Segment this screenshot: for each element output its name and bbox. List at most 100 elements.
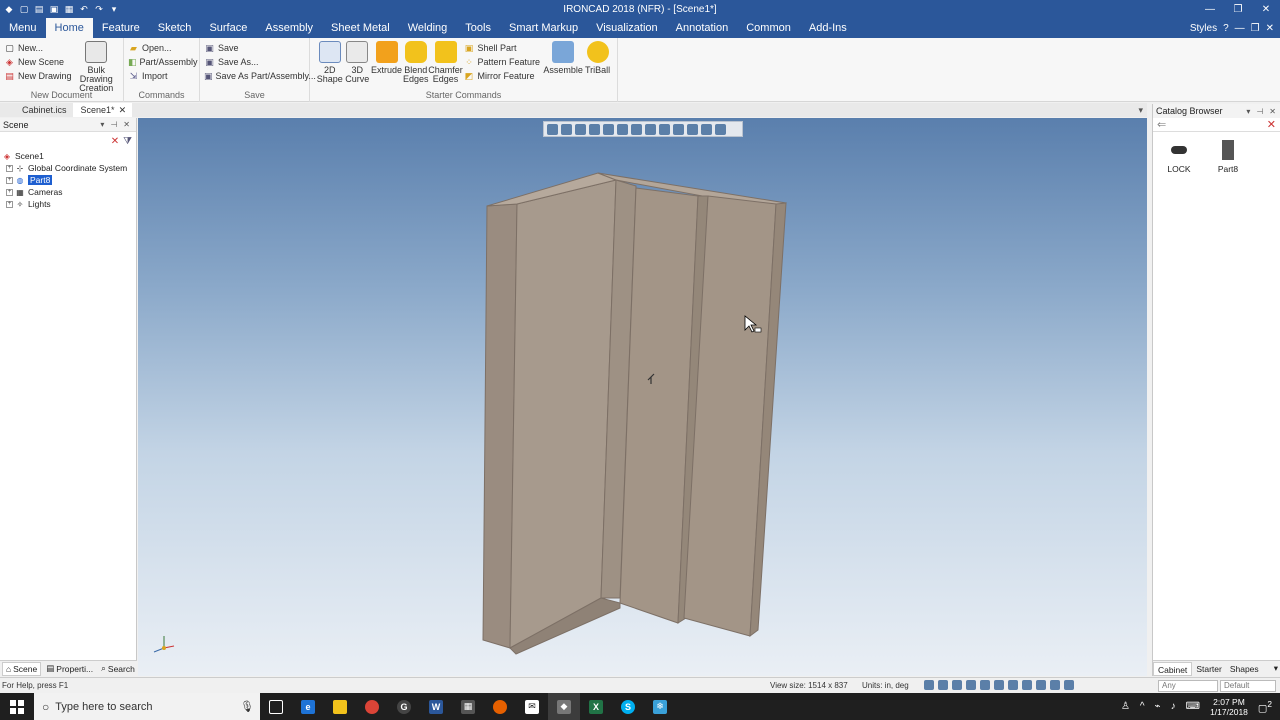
app-icon[interactable]: ◆ xyxy=(3,3,15,15)
notifications-icon[interactable]: ▢2 xyxy=(1258,699,1272,714)
doc-tabs-dropdown-icon[interactable]: ▾ xyxy=(1138,105,1147,116)
blend-edges-button[interactable]: Blend Edges xyxy=(402,41,430,84)
tab-visualization[interactable]: Visualization xyxy=(587,18,667,38)
expand-icon[interactable]: + xyxy=(6,200,13,208)
assemble-button[interactable]: Assemble xyxy=(543,41,583,75)
render-mode-icon[interactable] xyxy=(994,680,1004,690)
tab-menu[interactable]: Menu xyxy=(0,18,46,38)
styles-menu[interactable]: Styles xyxy=(1190,23,1217,34)
chamfer-edges-button[interactable]: Chamfer Edges xyxy=(428,41,463,84)
catalog-close-icon[interactable]: ✕ xyxy=(1269,107,1276,116)
triball-button[interactable]: TriBall xyxy=(582,41,613,75)
help-icon[interactable]: ? xyxy=(1223,23,1229,34)
doc-tab-scene1[interactable]: Scene1* ✕ xyxy=(72,103,133,117)
tab-assembly[interactable]: Assembly xyxy=(256,18,322,38)
taskbar-app-g[interactable]: G xyxy=(388,693,420,720)
taskbar-edge[interactable]: e xyxy=(292,693,324,720)
keyboard-icon[interactable]: ⌨ xyxy=(1186,701,1200,712)
delete-icon[interactable]: ✕ xyxy=(111,136,119,147)
catalog-item-lock[interactable]: LOCK xyxy=(1156,138,1202,174)
part-assembly-button[interactable]: ◧ Part/Assembly xyxy=(128,55,198,69)
tab-common[interactable]: Common xyxy=(737,18,800,38)
taskbar-search[interactable]: ○ Type here to search 🎙 xyxy=(34,693,260,720)
tab-sheet-metal[interactable]: Sheet Metal xyxy=(322,18,399,38)
close-icon[interactable]: ✕ xyxy=(1252,0,1280,18)
new-button[interactable]: ▢ New... xyxy=(4,41,72,55)
tab-smart-markup[interactable]: Smart Markup xyxy=(500,18,587,38)
import-button[interactable]: ⇲ Import xyxy=(128,69,195,83)
shell-part-button[interactable]: ▣ Shell Part xyxy=(464,41,541,55)
catalog-pin-icon[interactable]: ⊣ xyxy=(1256,107,1263,116)
ribbon-close-icon[interactable]: ✕ xyxy=(1266,23,1274,34)
taskbar-app-snow[interactable]: ❄ xyxy=(644,693,676,720)
taskbar-chrome[interactable] xyxy=(356,693,388,720)
expand-icon[interactable]: + xyxy=(6,164,13,172)
pan-icon[interactable] xyxy=(952,680,962,690)
microphone-icon[interactable]: 🎙 xyxy=(240,700,254,713)
panel-close-icon[interactable]: ✕ xyxy=(123,120,130,129)
selection-filter-icon[interactable] xyxy=(1064,680,1074,690)
taskbar-calculator[interactable]: ▦ xyxy=(452,693,484,720)
tab-add-ins[interactable]: Add-Ins xyxy=(800,18,856,38)
minimize-icon[interactable]: — xyxy=(1196,0,1224,18)
save-as-part-button[interactable]: ▣ Save As Part/Assembly... xyxy=(204,69,316,83)
selection-combo[interactable]: Any xyxy=(1158,680,1218,692)
catalog-dropdown-icon[interactable]: ▾ xyxy=(1246,107,1250,116)
tree-node-gcs[interactable]: + ⊹ Global Coordinate System xyxy=(2,162,136,174)
save-as-button[interactable]: ▣ Save As... xyxy=(204,55,305,69)
taskbar-word[interactable]: W xyxy=(420,693,452,720)
open-button[interactable]: ▰ Open... xyxy=(128,41,195,55)
model-left-panel-face[interactable] xyxy=(509,179,617,649)
network-icon[interactable]: ⌁ xyxy=(1155,701,1161,712)
zoom-icon[interactable] xyxy=(924,680,934,690)
tab-cabinet[interactable]: Cabinet xyxy=(1153,661,1193,676)
taskbar-firefox[interactable] xyxy=(484,693,516,720)
restore-icon[interactable]: ❐ xyxy=(1224,0,1252,18)
start-button[interactable] xyxy=(0,693,34,720)
catalog-tabs-dropdown-icon[interactable]: ▾ xyxy=(1274,663,1280,674)
doc-tab-cabinet[interactable]: Cabinet.ics xyxy=(0,103,73,117)
open-file-icon[interactable]: ▤ xyxy=(33,3,45,15)
taskbar-mail[interactable]: ✉ xyxy=(516,693,548,720)
zoom-window-icon[interactable] xyxy=(938,680,948,690)
mirror-feature-button[interactable]: ◩ Mirror Feature xyxy=(464,69,541,83)
camera-icon[interactable] xyxy=(1050,680,1060,690)
tab-shapes[interactable]: Shapes xyxy=(1226,662,1263,676)
tree-node-scene1[interactable]: ◈ Scene1 xyxy=(2,150,136,162)
tab-search[interactable]: ⌕ Search xyxy=(98,662,138,676)
clock[interactable]: 2:07 PM 1/17/2018 xyxy=(1210,697,1248,717)
taskbar-excel[interactable]: X xyxy=(580,693,612,720)
tree-node-part8[interactable]: + ◍ Part8 xyxy=(2,174,136,186)
taskbar-explorer[interactable] xyxy=(324,693,356,720)
tab-starter[interactable]: Starter xyxy=(1192,662,1226,676)
close-tab-icon[interactable]: ✕ xyxy=(119,105,127,115)
panel-dropdown-icon[interactable]: ▾ xyxy=(100,120,104,129)
redo-icon[interactable]: ↷ xyxy=(93,3,105,15)
undo-icon[interactable]: ↶ xyxy=(78,3,90,15)
3d-viewport[interactable] xyxy=(138,118,1147,676)
extrude-button[interactable]: Extrude xyxy=(371,41,402,75)
tab-tools[interactable]: Tools xyxy=(456,18,500,38)
filter-icon[interactable]: ⧩ xyxy=(123,136,132,147)
orbit-icon[interactable] xyxy=(966,680,976,690)
pattern-feature-button[interactable]: ⁘ Pattern Feature xyxy=(464,55,540,69)
bulk-drawing-creation-button[interactable]: Bulk Drawing Creation xyxy=(74,41,119,93)
section-icon[interactable] xyxy=(1022,680,1032,690)
ribbon-restore-icon[interactable]: ❐ xyxy=(1251,23,1260,34)
expand-icon[interactable]: + xyxy=(6,188,13,196)
panel-pin-icon[interactable]: ⊣ xyxy=(110,120,117,129)
tab-scene[interactable]: ⌂ Scene xyxy=(2,661,42,676)
back-icon[interactable]: ⇐ xyxy=(1157,118,1166,131)
people-icon[interactable]: ♙ xyxy=(1121,701,1130,712)
print-icon[interactable]: ▦ xyxy=(63,3,75,15)
tree-node-cameras[interactable]: + ▦ Cameras xyxy=(2,186,136,198)
ribbon-minimize-icon[interactable]: — xyxy=(1235,23,1245,34)
tab-surface[interactable]: Surface xyxy=(200,18,256,38)
tab-welding[interactable]: Welding xyxy=(399,18,457,38)
save-icon[interactable]: ▣ xyxy=(48,3,60,15)
display-icon[interactable] xyxy=(1036,680,1046,690)
taskbar-ironcad[interactable]: ◆ xyxy=(548,693,580,720)
tab-sketch[interactable]: Sketch xyxy=(149,18,201,38)
shading-icon[interactable] xyxy=(1008,680,1018,690)
task-view-button[interactable] xyxy=(260,693,292,720)
